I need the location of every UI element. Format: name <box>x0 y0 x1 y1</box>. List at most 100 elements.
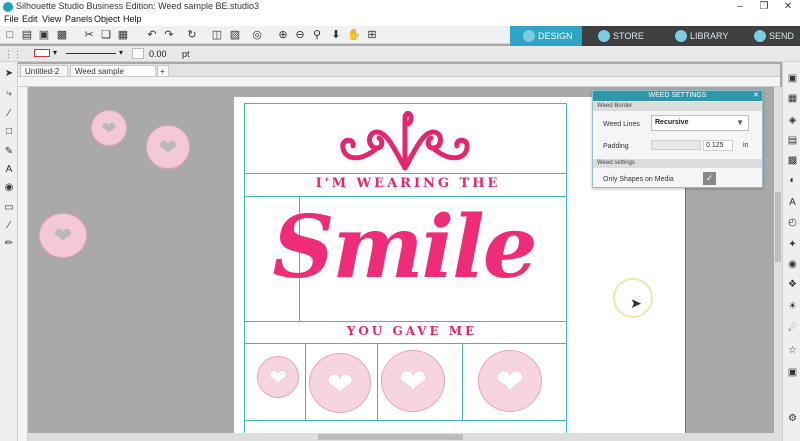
group-icon[interactable]: ◫ <box>210 28 224 42</box>
add-tab-button[interactable]: + <box>157 65 169 77</box>
horizontal-scroll-thumb[interactable] <box>318 434 463 440</box>
refresh-icon[interactable]: ↻ <box>185 28 199 42</box>
heart-circle-object[interactable]: ❤ <box>39 213 87 258</box>
cut-icon[interactable]: ✂ <box>82 28 96 42</box>
undo-icon[interactable]: ↶ <box>145 28 159 42</box>
select-arrow-icon[interactable]: ➤ <box>3 68 15 80</box>
copy-icon[interactable]: ❏ <box>99 28 113 42</box>
transform-icon[interactable]: ◴ <box>786 216 799 229</box>
weed-settings-panel: WEED SETTINGS ✕ Weed Border Weed Lines Re… <box>592 90 763 188</box>
heart-circle-object[interactable]: ❤ <box>146 125 190 169</box>
weed-line <box>566 103 567 441</box>
star-icon[interactable]: ☆ <box>786 344 799 357</box>
design-icon <box>523 29 535 42</box>
heart-circle-object[interactable]: ❤ <box>381 350 445 412</box>
pan-hand-icon[interactable]: ✋ <box>347 28 361 42</box>
zoom-in-icon[interactable]: ⊕ <box>276 28 290 42</box>
eyedropper-tool-icon[interactable]: ✏ <box>3 238 15 250</box>
only-shapes-checkbox[interactable]: ✓ <box>703 172 716 185</box>
menu-file[interactable]: File <box>4 14 19 25</box>
heart-circle-object[interactable]: ❤ <box>257 356 299 398</box>
close-button[interactable]: ✕ <box>776 0 800 14</box>
rectangle-tool-icon[interactable]: □ <box>3 126 15 138</box>
line-style-icon[interactable]: ▤ <box>786 134 799 147</box>
heart-circle-object[interactable]: ❤ <box>309 353 371 413</box>
redo-icon[interactable]: ↷ <box>162 28 176 42</box>
line-width-input[interactable]: 0.00 <box>149 49 167 59</box>
gear-icon[interactable]: ⚙ <box>786 412 799 425</box>
heart-circle-object[interactable]: ❤ <box>91 110 127 146</box>
grid-icon[interactable]: ▦ <box>786 92 799 105</box>
zoom-out-icon[interactable]: ⊖ <box>293 28 307 42</box>
line-tool-icon[interactable]: ∕ <box>3 108 15 120</box>
vertical-scrollbar[interactable] <box>774 87 782 433</box>
eraser-tool-icon[interactable]: ▭ <box>3 202 15 214</box>
ruler-vertical <box>18 87 28 441</box>
layers-icon[interactable]: ▣ <box>786 366 799 379</box>
page-setup-icon[interactable]: ▣ <box>786 72 799 85</box>
new-file-icon[interactable]: □ <box>3 28 17 42</box>
pencil-tool-icon[interactable]: ✎ <box>3 146 15 158</box>
line-style-preview[interactable] <box>66 53 116 54</box>
ungroup-icon[interactable]: ▧ <box>228 28 242 42</box>
menu-object[interactable]: Object <box>94 14 120 25</box>
text-tool-icon[interactable]: A <box>3 164 15 176</box>
knife-tool-icon[interactable]: ∕ <box>3 220 15 232</box>
tab-untitled-2[interactable]: Untitled-2 <box>20 65 68 77</box>
padding-slider[interactable] <box>651 140 701 150</box>
minimize-button[interactable]: – <box>728 0 752 14</box>
palette-icon[interactable]: ◈ <box>786 114 799 127</box>
weed-line <box>305 343 306 420</box>
fill-tool-icon[interactable]: ◉ <box>3 182 15 194</box>
weed-panel-header[interactable]: WEED SETTINGS ✕ <box>593 91 762 101</box>
move-down-icon[interactable]: ⬇ <box>329 28 343 42</box>
zoom-select-icon[interactable]: ⚲ <box>310 28 324 42</box>
chevron-down-icon[interactable]: ▾ <box>119 48 123 57</box>
offset-icon[interactable]: ❖ <box>786 278 799 291</box>
fit-page-icon[interactable]: ⊞ <box>365 28 379 42</box>
document-tabs: Untitled-2 Weed sample BE.stu... ✕ + <box>18 64 780 88</box>
close-icon[interactable]: ✕ <box>753 91 759 101</box>
save-icon[interactable]: ▣ <box>37 28 51 42</box>
text-style-icon[interactable]: A <box>786 196 799 209</box>
padding-unit: in <box>743 142 749 149</box>
pixscan-icon[interactable]: ☄ <box>786 322 799 335</box>
tab-store[interactable]: STORE <box>598 26 658 46</box>
text-line-2[interactable]: YOU GAVE ME <box>322 324 502 338</box>
tab-weed-sample[interactable]: Weed sample BE.stu... ✕ <box>70 65 156 88</box>
open-folder-icon[interactable]: ▤ <box>20 28 34 42</box>
replicate-icon[interactable]: ✦ <box>786 238 799 251</box>
modify-icon[interactable]: ◉ <box>786 258 799 271</box>
tab-design[interactable]: DESIGN <box>510 26 582 46</box>
swirl-ornament <box>340 111 470 171</box>
edit-points-icon[interactable]: ⤷ <box>3 88 15 100</box>
text-smile[interactable]: Smile <box>244 188 564 308</box>
chevron-down-icon[interactable]: ▾ <box>53 48 57 57</box>
menu-view[interactable]: View <box>42 14 61 25</box>
line-color-swatch[interactable] <box>34 49 50 57</box>
heart-icon: ❤ <box>495 363 525 402</box>
tab-send[interactable]: SEND <box>754 26 800 46</box>
paste-icon[interactable]: ▦ <box>116 28 130 42</box>
send-icon <box>754 29 766 42</box>
vertical-scroll-thumb[interactable] <box>775 192 781 262</box>
trace-icon[interactable]: ☀ <box>786 300 799 313</box>
padding-input[interactable]: 0.125 <box>703 140 733 151</box>
horizontal-scrollbar[interactable] <box>28 433 782 441</box>
window-title: Silhouette Studio Business Edition: Weed… <box>16 1 259 11</box>
print-icon[interactable]: ▩ <box>55 28 69 42</box>
select-all-icon[interactable]: ◎ <box>250 28 264 42</box>
menu-panels[interactable]: Panels <box>65 14 93 25</box>
heart-icon: ❤ <box>53 223 73 249</box>
weed-lines-select[interactable]: Recursive ▼ <box>651 115 749 131</box>
line-width-stepper[interactable] <box>132 48 144 59</box>
menu-help[interactable]: Help <box>123 14 142 25</box>
menu-edit[interactable]: Edit <box>22 14 38 25</box>
gradient-icon[interactable]: ◐ <box>786 174 799 187</box>
fill-icon[interactable]: ▩ <box>786 154 799 167</box>
only-shapes-label: Only Shapes on Media <box>603 176 674 183</box>
menu-bar: File Edit View Panels Object Help <box>0 14 800 26</box>
tab-library[interactable]: LIBRARY <box>675 26 740 46</box>
heart-circle-object[interactable]: ❤ <box>478 350 542 412</box>
maximize-button[interactable]: ❐ <box>752 0 776 14</box>
